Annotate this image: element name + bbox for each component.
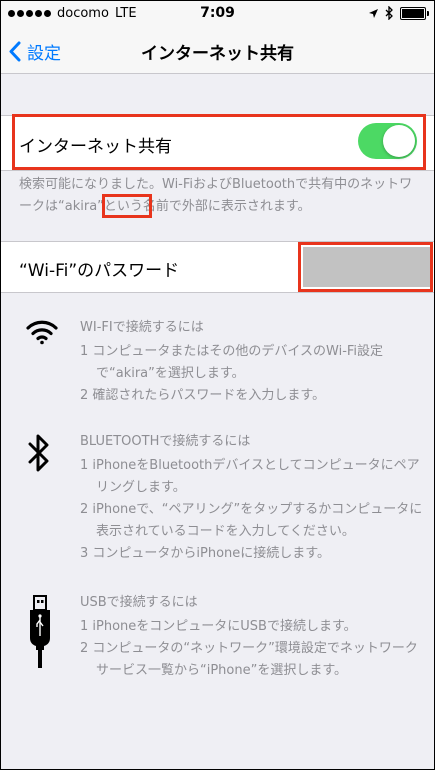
wifi-step-1: 1 コンピュータまたはその他のデバイスのWi-Fi設定で“akira”を選択しま… (80, 344, 384, 381)
bluetooth-step-1: 1 iPhoneをBluetoothデバイスとしてコンピュータにペアリングします… (80, 458, 420, 495)
highlight-box-password (298, 242, 433, 292)
bluetooth-heading: BLUETOOTHで接続するには (80, 434, 251, 449)
bluetooth-step-2: 2 iPhoneで、“ペアリング”をタップするかコンピュータに表示されているコー… (80, 502, 423, 539)
network-name: “akira” (58, 199, 104, 214)
bluetooth-status-icon (385, 6, 393, 20)
sharing-footer: 検索可能になりました。Wi-FiおよびBluetoothで共有中のネットワークは… (19, 174, 419, 218)
wifi-icon (26, 320, 58, 345)
wifi-instructions: WI-FIで接続するには 1 コンピュータまたはその他のデバイスのWi-Fi設定… (80, 317, 425, 407)
status-bar: docomo LTE 7:09 (1, 1, 434, 27)
bluetooth-step-3: 3 コンピュータからiPhoneに接続します。 (80, 546, 330, 561)
bluetooth-instructions: BLUETOOTHで接続するには 1 iPhoneをBluetoothデバイスと… (80, 431, 425, 565)
wifi-heading: WI-FIで接続するには (80, 320, 204, 335)
page-title: インターネット共有 (141, 44, 294, 64)
usb-instructions: USBで接続するには 1 iPhoneをコンピュータにUSBで接続します。 2 … (80, 592, 425, 682)
highlight-box-name (102, 194, 152, 218)
usb-step-2: 2 コンピュータの“ネットワーク”環境設定でネットワークサービス一覧から“iPh… (80, 641, 418, 678)
wifi-password-label: “Wi-Fi”のパスワード (19, 261, 180, 281)
location-arrow-icon (369, 8, 378, 18)
screen: docomo LTE 7:09 設定 インターネット共有 インターネット共有 検… (0, 0, 435, 770)
navigation-bar: 設定 インターネット共有 (1, 27, 434, 74)
usb-cable-icon (30, 595, 50, 668)
usb-step-1: 1 iPhoneをコンピュータにUSBで接続します。 (80, 619, 357, 634)
usb-heading: USBで接続するには (80, 595, 198, 610)
highlight-box-toggle (12, 114, 426, 170)
battery-icon (400, 6, 429, 20)
bluetooth-icon (28, 434, 49, 472)
wifi-step-2: 2 確認されたらパスワードを入力します。 (80, 388, 326, 403)
